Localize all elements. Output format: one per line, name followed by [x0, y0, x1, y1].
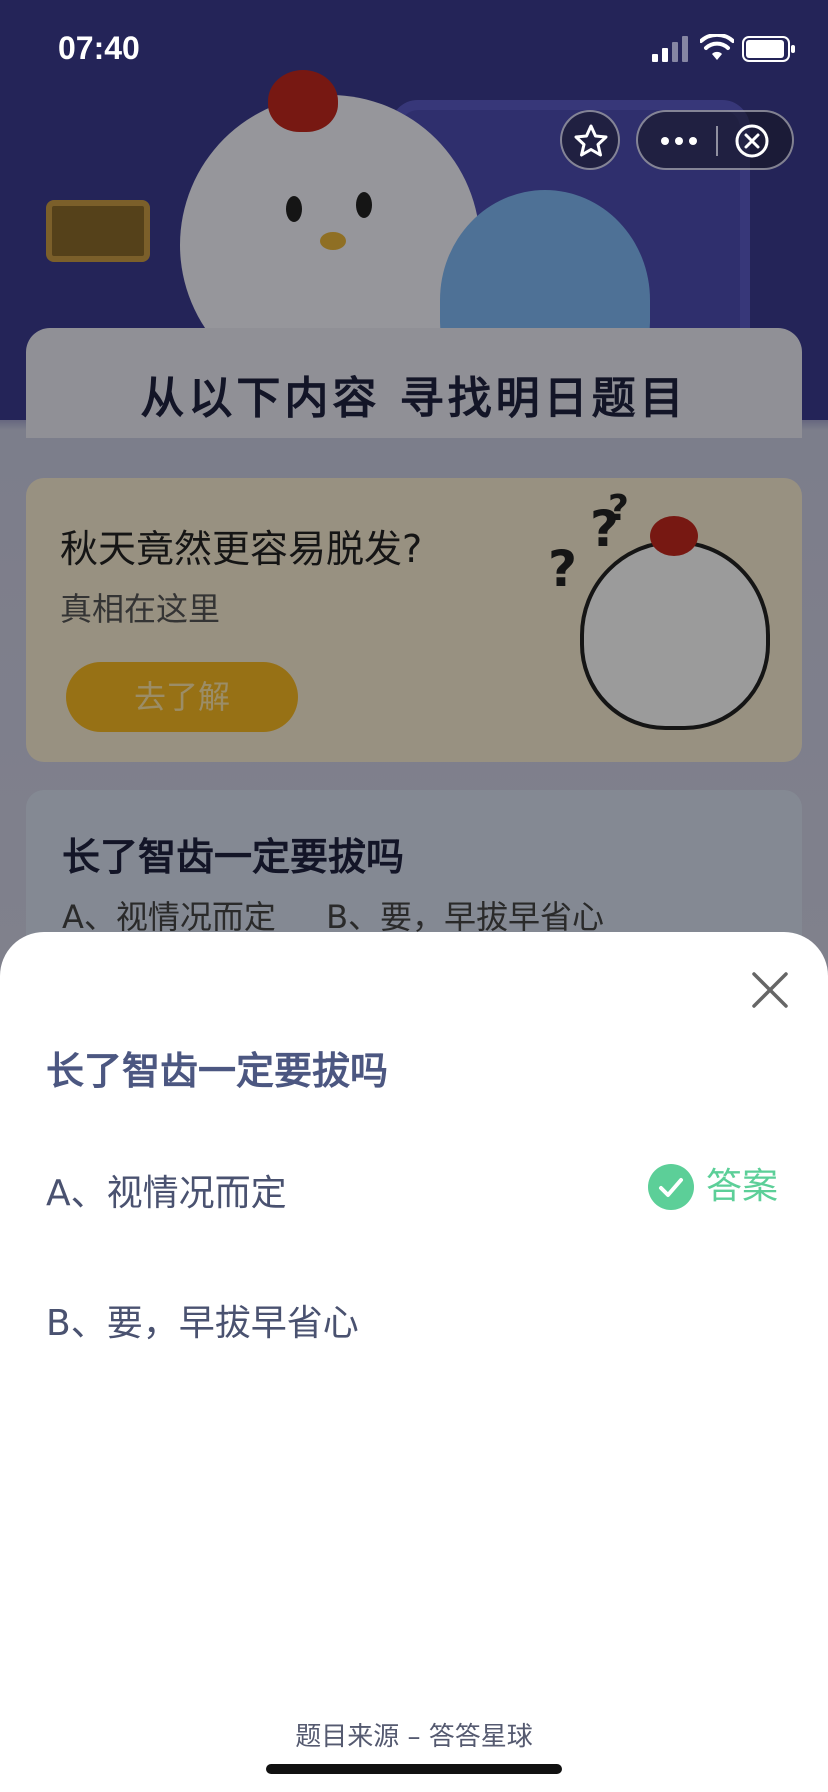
exit-icon[interactable] — [732, 122, 772, 160]
sheet-question-title: 长了智齿一定要拔吗 — [46, 1049, 389, 1093]
cellular-signal-icon — [652, 36, 688, 62]
option-b-label: B、要，早拔早省心 — [46, 1303, 359, 1344]
more-icon[interactable] — [656, 122, 702, 160]
status-time: 07:40 — [58, 30, 140, 66]
status-bar: 07:40 — [0, 0, 828, 100]
option-a-label: A、视情况而定 — [46, 1173, 287, 1214]
home-indicator[interactable] — [266, 1764, 562, 1774]
star-icon — [574, 124, 608, 157]
option-b[interactable]: B、要，早拔早省心 — [46, 1282, 782, 1352]
answer-label: 答案 — [706, 1166, 779, 1207]
option-a[interactable]: A、视情况而定 答案 — [46, 1152, 782, 1222]
favorite-button[interactable] — [560, 110, 620, 170]
capsule-divider — [716, 126, 718, 156]
source-footer: 题目来源 – 答答星球 — [295, 1722, 533, 1752]
check-icon — [648, 1164, 694, 1210]
mini-program-capsule — [636, 110, 794, 170]
wifi-icon — [700, 34, 734, 60]
close-icon[interactable] — [746, 966, 794, 1014]
battery-icon — [742, 36, 795, 62]
answer-tag: 答案 — [648, 1164, 782, 1210]
